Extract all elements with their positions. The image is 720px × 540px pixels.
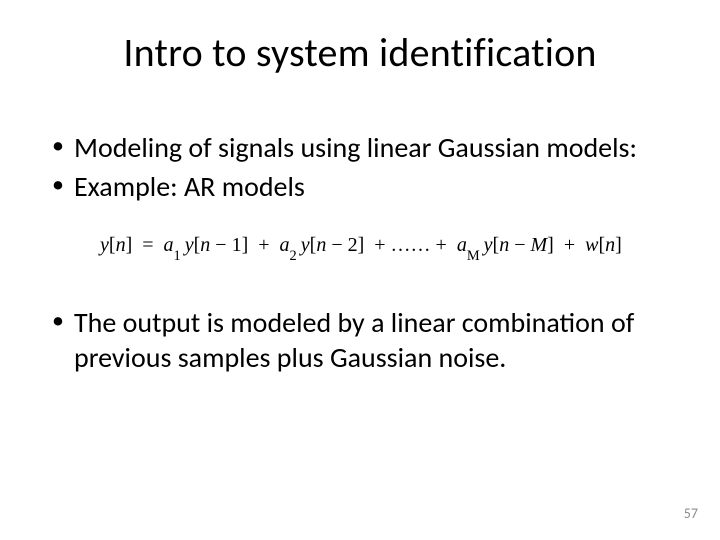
eq-lag: M — [530, 234, 547, 256]
bullet-list-bottom: The output is modeled by a linear combin… — [48, 305, 672, 375]
eq-lag: 1 — [232, 234, 242, 256]
eq-yvar: y — [185, 234, 194, 256]
eq-lag: 2 — [348, 234, 358, 256]
eq-sub: M — [467, 248, 480, 264]
eq-coef: a — [457, 234, 467, 256]
bullet-list-top: Modeling of signals using linear Gaussia… — [48, 130, 672, 204]
page-title: Intro to system identification — [0, 28, 720, 77]
ar-model-equation: y[n] = a1 y[n − 1] + a2 y[n − 2] + …… + … — [48, 234, 672, 261]
eq-arg: n — [499, 234, 509, 256]
list-item: The output is modeled by a linear combin… — [48, 305, 672, 375]
eq-lhs-var: y — [100, 234, 109, 256]
eq-yvar: y — [301, 234, 310, 256]
page-number: 57 — [684, 505, 698, 522]
eq-yvar: y — [484, 234, 493, 256]
eq-ellipsis: …… — [391, 234, 431, 256]
eq-arg: n — [200, 234, 210, 256]
eq-coef: a — [164, 234, 174, 256]
list-item: Example: AR models — [48, 169, 672, 204]
eq-noise-idx: n — [605, 234, 615, 256]
eq-noise-var: w — [585, 234, 598, 256]
eq-sub: 1 — [174, 248, 181, 264]
eq-coef: a — [280, 234, 290, 256]
eq-lhs-idx: n — [116, 234, 126, 256]
eq-arg: n — [316, 234, 326, 256]
slide-body: Modeling of signals using linear Gaussia… — [48, 130, 672, 379]
eq-sub: 2 — [290, 248, 297, 264]
list-item: Modeling of signals using linear Gaussia… — [48, 130, 672, 165]
slide: Intro to system identification Modeling … — [0, 0, 720, 540]
